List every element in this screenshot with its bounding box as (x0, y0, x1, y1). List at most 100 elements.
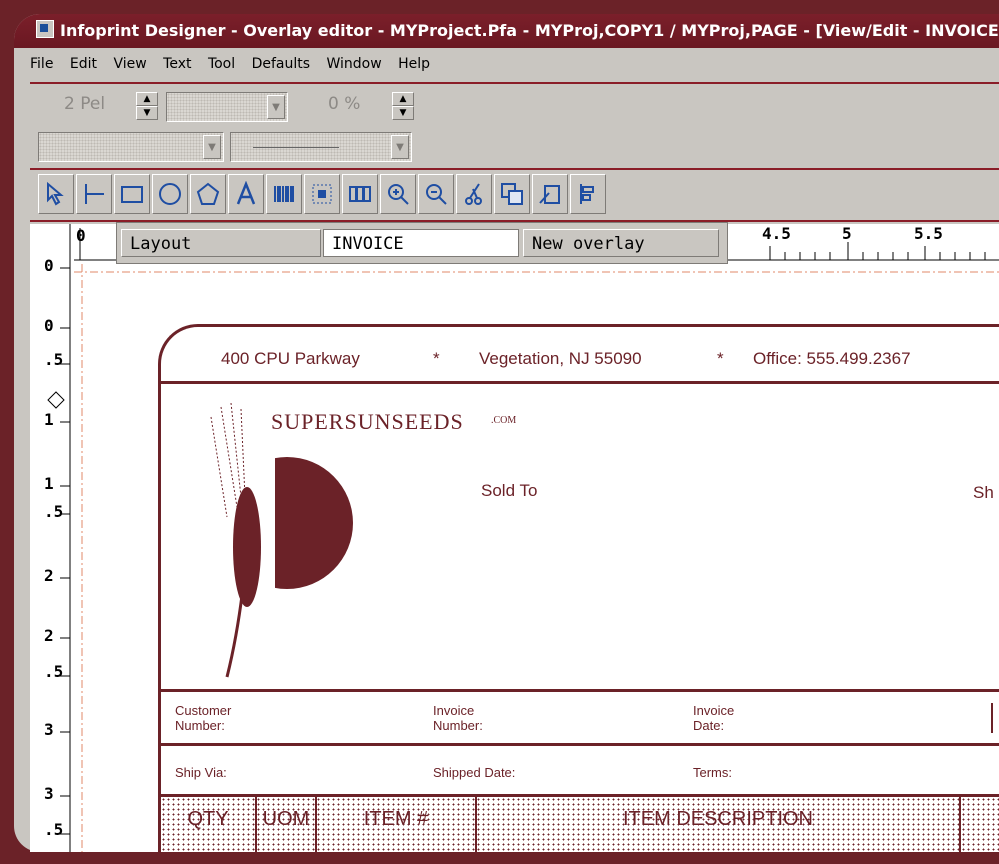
menu-tool[interactable]: Tool (208, 56, 235, 72)
vertical-ruler: 0 0 .5 1 1 .5 2 2 .5 3 3 .5 (30, 224, 74, 852)
spin-down-icon[interactable]: ▼ (136, 106, 158, 120)
chevron-down-icon[interactable]: ▼ (391, 135, 409, 159)
barcode-tool-button[interactable] (266, 174, 302, 214)
menu-text[interactable]: Text (163, 56, 191, 72)
copy-button[interactable] (494, 174, 530, 214)
line-preview (253, 147, 339, 148)
spin-up-icon[interactable]: ▲ (392, 92, 414, 106)
shade-spinner[interactable]: ▲ ▼ (392, 92, 414, 122)
menu-separator (30, 82, 999, 84)
paste-button[interactable] (532, 174, 568, 214)
col-description-header: ITEM DESCRIPTION (622, 808, 813, 830)
vruler-label-1b: 1 (44, 474, 54, 493)
align-button[interactable] (570, 174, 606, 214)
office-phone-text: Office: 555.499.2367 (753, 349, 911, 368)
segment-icon (312, 184, 332, 204)
menu-bar: File Edit View Text Tool Defaults Window… (30, 56, 442, 80)
overlay-tab-bar: Layout INVOICE New overlay (116, 222, 728, 264)
tab-layout[interactable]: Layout (121, 229, 321, 257)
line-width-spinner[interactable]: ▲ ▼ (136, 92, 158, 122)
shade-percent-value: 0 % (328, 94, 361, 114)
chevron-down-icon[interactable]: ▼ (267, 95, 285, 119)
menu-file[interactable]: File (30, 56, 53, 72)
ship-via-label: Ship Via: (175, 765, 227, 780)
line-width-value: 2 Pel (64, 94, 106, 114)
zoom-out-button[interactable] (418, 174, 454, 214)
city-text: Vegetation, NJ 55090 (479, 349, 642, 368)
overlay-name-field[interactable]: INVOICE (323, 229, 519, 257)
vruler-label-05: .5 (44, 350, 64, 369)
title-bar[interactable]: Infoprint Designer - Overlay editor - MY… (14, 14, 999, 48)
line-tool-button[interactable] (76, 174, 112, 214)
brand-name: SUPERSUNSEEDS (271, 409, 464, 434)
align-icon (580, 184, 594, 204)
vruler-label-25: .5 (44, 662, 64, 681)
text-tool-button[interactable] (228, 174, 264, 214)
col-qty-header: QTY (187, 808, 229, 830)
invoice-number-label: Invoice Number: (433, 703, 483, 733)
columns-icon (349, 186, 371, 202)
vruler-label-0b: 0 (44, 316, 54, 335)
tab-new-overlay[interactable]: New overlay (523, 229, 719, 257)
barcode-icon (274, 186, 294, 202)
scissors-icon (465, 183, 482, 205)
header-rule (161, 381, 999, 384)
vruler-label-2a: 2 (44, 566, 54, 585)
zoom-in-icon (388, 184, 409, 205)
sold-to-label: Sold To (481, 481, 538, 500)
table-tool-button[interactable] (342, 174, 378, 214)
info-rule-top (161, 689, 999, 692)
circle-icon (159, 183, 181, 205)
app-icon[interactable] (36, 20, 54, 38)
rectangle-icon (121, 186, 143, 203)
vruler-label-35: .5 (44, 820, 64, 839)
wheat-logo-icon (197, 402, 353, 678)
spin-down-icon[interactable]: ▼ (392, 106, 414, 120)
invoice-date-label: Invoice Date: (693, 703, 735, 733)
color-dropdown[interactable]: ▼ (38, 132, 224, 162)
diamond-marker-icon (47, 391, 65, 409)
vruler-label-3a: 3 (44, 720, 54, 739)
vruler-label-1a: 1 (44, 410, 54, 429)
arrow-pointer-icon (47, 181, 64, 206)
col-uom-header: UOM (262, 808, 310, 830)
invoice-form[interactable]: 400 CPU Parkway * Vegetation, NJ 55090 *… (158, 324, 999, 852)
circle-tool-button[interactable] (152, 174, 188, 214)
line-style-dropdown[interactable]: ▼ (166, 92, 288, 122)
line-icon (85, 184, 104, 204)
zoom-out-icon (426, 184, 447, 205)
info-rule-middle (161, 743, 999, 746)
chevron-down-icon[interactable]: ▼ (203, 135, 221, 159)
spin-up-icon[interactable]: ▲ (136, 92, 158, 106)
ruler-label-5: 5 (842, 224, 852, 243)
ruler-label-5-5: 5.5 (914, 224, 943, 243)
pentagon-icon (196, 182, 220, 205)
menu-help[interactable]: Help (398, 56, 430, 72)
paste-icon (539, 185, 560, 204)
ship-to-label-partial: Sh (973, 483, 994, 502)
copy-icon (501, 183, 523, 205)
text-a-icon (236, 181, 256, 205)
vruler-label-2b: 2 (44, 626, 54, 645)
polygon-tool-button[interactable] (190, 174, 226, 214)
vruler-label-15: .5 (44, 502, 64, 521)
cut-button[interactable] (456, 174, 492, 214)
vruler-label-0a: 0 (44, 256, 54, 275)
address-text: 400 CPU Parkway (221, 349, 360, 368)
shipped-date-label: Shipped Date: (433, 765, 516, 780)
brand-suffix: .COM (491, 415, 517, 426)
box-tool-button[interactable] (114, 174, 150, 214)
menu-view[interactable]: View (113, 56, 146, 72)
segment-tool-button[interactable] (304, 174, 340, 214)
menu-defaults[interactable]: Defaults (252, 56, 310, 72)
col-item-header: ITEM # (363, 808, 429, 830)
customer-number-label: Customer Number: (175, 703, 232, 733)
ruler-label-4-5: 4.5 (762, 224, 791, 243)
select-tool-button[interactable] (38, 174, 74, 214)
menu-edit[interactable]: Edit (70, 56, 97, 72)
design-canvas[interactable]: 400 CPU Parkway * Vegetation, NJ 55090 *… (74, 264, 999, 852)
menu-window[interactable]: Window (327, 56, 382, 72)
zoom-in-button[interactable] (380, 174, 416, 214)
line-type-dropdown[interactable]: ▼ (230, 132, 412, 162)
separator-star: * (433, 349, 440, 368)
